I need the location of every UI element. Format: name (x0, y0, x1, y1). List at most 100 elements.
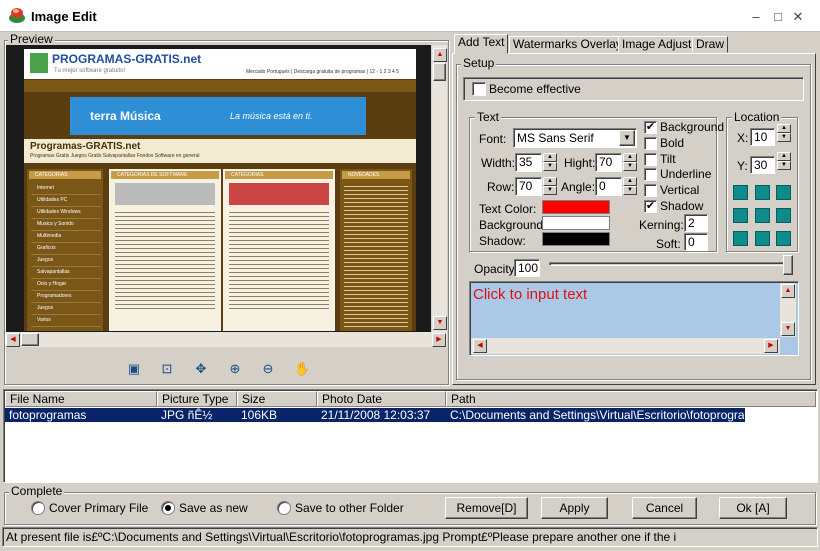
spin-down-icon[interactable]: ▼ (623, 186, 637, 195)
site-right-column: NOVEDADES (340, 169, 412, 331)
spin-down-icon[interactable]: ▼ (777, 133, 791, 142)
tab-image-adjust[interactable]: Image Adjust (618, 36, 696, 53)
zoom-in-icon[interactable]: ⊕ (227, 361, 243, 377)
column-header-path[interactable]: Path (446, 391, 816, 407)
preview-horizontal-thumb[interactable] (21, 333, 39, 346)
spin-up-icon[interactable]: ▲ (543, 153, 557, 162)
scroll-down-icon[interactable]: ▼ (433, 316, 447, 330)
shadow-color-swatch[interactable] (542, 232, 610, 246)
tab-watermarks-overlay[interactable]: Watermarks Overlay (509, 36, 626, 53)
cell-path: C:\Documents and Settings\Virtual\Escrit… (450, 408, 744, 422)
row-label: Row: (487, 180, 515, 194)
kerning-input[interactable]: 2 (684, 214, 708, 232)
spin-up-icon[interactable]: ▲ (777, 152, 791, 161)
width-spinner[interactable]: ▲ ▼ (543, 153, 557, 171)
position-top-center[interactable] (755, 185, 770, 200)
spin-up-icon[interactable]: ▲ (543, 177, 557, 186)
underline-checkbox[interactable] (644, 168, 657, 181)
site-title-bar: Programas-GRATIS.net Programas Gratis Ju… (24, 139, 416, 163)
tab-add-text[interactable]: Add Text (454, 34, 509, 54)
remove-button[interactable]: Remove[D] (445, 497, 528, 519)
position-bottom-center[interactable] (755, 231, 770, 246)
fit-to-window-icon[interactable]: ⊡ (159, 361, 175, 377)
position-top-right[interactable] (776, 185, 791, 200)
cover-primary-radio[interactable] (31, 501, 45, 515)
text-horizontal-scrollbar[interactable] (471, 338, 780, 354)
scroll-up-icon[interactable]: ▲ (781, 284, 795, 298)
become-effective-checkbox[interactable] (472, 82, 486, 96)
spin-down-icon[interactable]: ▼ (623, 162, 637, 171)
soft-input[interactable]: 0 (684, 233, 708, 251)
background-checkbox[interactable]: ✔ (644, 121, 657, 134)
position-bottom-left[interactable] (733, 231, 748, 246)
position-top-left[interactable] (733, 185, 748, 200)
column-header-file-name[interactable]: File Name (5, 391, 157, 407)
x-spinner[interactable]: ▲ ▼ (777, 124, 791, 142)
text-color-swatch[interactable] (542, 200, 610, 214)
apply-button[interactable]: Apply (541, 497, 608, 519)
chevron-down-icon[interactable]: ▼ (619, 130, 635, 146)
angle-spinner[interactable]: ▲ ▼ (623, 177, 637, 195)
scroll-left-icon[interactable]: ◀ (6, 333, 20, 347)
scroll-up-icon[interactable]: ▲ (433, 48, 447, 62)
column-header-size[interactable]: Size (237, 391, 317, 407)
close-icon[interactable]: ✕ (790, 9, 806, 25)
height-spinner[interactable]: ▲ ▼ (623, 153, 637, 171)
bold-checkbox[interactable] (644, 137, 657, 150)
row-spinner[interactable]: ▲ ▼ (543, 177, 557, 195)
width-input[interactable]: 35 (515, 153, 542, 172)
maximize-icon[interactable]: □ (770, 9, 786, 25)
site-right-heading: NOVEDADES (342, 171, 410, 179)
spin-down-icon[interactable]: ▼ (543, 162, 557, 171)
zoom-out-icon[interactable]: ⊖ (260, 361, 276, 377)
preview-horizontal-scrollbar[interactable] (6, 332, 447, 347)
hand-icon[interactable]: ✋ (294, 361, 310, 377)
image-icon[interactable]: ▣ (126, 361, 142, 377)
opacity-slider-thumb[interactable] (783, 255, 793, 275)
shadow-checkbox[interactable]: ✔ (644, 200, 657, 213)
site-column-1: CATEGORIAS DE SOFTWARE (109, 169, 221, 331)
site-logo: PROGRAMAS-GRATIS.net (52, 52, 202, 66)
scroll-down-icon[interactable]: ▼ (781, 322, 795, 336)
font-label: Font: (479, 132, 507, 146)
site-col1-text (115, 209, 215, 309)
scroll-right-icon[interactable]: ▶ (432, 333, 446, 347)
opacity-input[interactable]: 100 (514, 259, 540, 277)
complete-label: Complete (9, 484, 65, 498)
save-other-folder-radio[interactable] (277, 501, 291, 515)
vertical-checkbox[interactable] (644, 184, 657, 197)
position-middle-right[interactable] (776, 208, 791, 223)
scroll-right-icon[interactable]: ▶ (764, 339, 778, 353)
preview-vertical-scrollbar[interactable] (432, 45, 447, 332)
site-right-text (344, 183, 408, 328)
position-middle-left[interactable] (733, 208, 748, 223)
opacity-slider-track[interactable] (549, 262, 793, 266)
minimize-icon[interactable]: – (748, 9, 764, 25)
preview-vertical-thumb[interactable] (433, 63, 446, 81)
save-as-new-radio[interactable] (161, 501, 175, 515)
row-input[interactable]: 70 (515, 177, 542, 196)
position-middle-center[interactable] (755, 208, 770, 223)
spin-up-icon[interactable]: ▲ (623, 153, 637, 162)
tab-draw[interactable]: Draw (692, 36, 729, 53)
spin-up-icon[interactable]: ▲ (777, 124, 791, 133)
x-input[interactable]: 10 (750, 128, 775, 146)
angle-input[interactable]: 0 (595, 177, 622, 196)
spin-down-icon[interactable]: ▼ (543, 186, 557, 195)
site-sidebar-item: Internet (31, 183, 101, 195)
spin-down-icon[interactable]: ▼ (777, 161, 791, 170)
position-bottom-right[interactable] (776, 231, 791, 246)
spin-up-icon[interactable]: ▲ (623, 177, 637, 186)
cancel-button[interactable]: Cancel (632, 497, 697, 519)
y-spinner[interactable]: ▲ ▼ (777, 152, 791, 170)
height-input[interactable]: 70 (595, 153, 622, 172)
tilt-checkbox[interactable] (644, 153, 657, 166)
scroll-left-icon[interactable]: ◀ (473, 339, 487, 353)
font-select[interactable]: MS Sans Serif ▼ (513, 128, 637, 148)
column-header-picture-type[interactable]: Picture Type (157, 391, 237, 407)
background-color-swatch[interactable] (542, 216, 610, 230)
column-header-photo-date[interactable]: Photo Date (317, 391, 446, 407)
ok-button[interactable]: Ok [A] (719, 497, 787, 519)
y-input[interactable]: 30 (750, 156, 775, 174)
actual-size-icon[interactable]: ✥ (193, 361, 209, 377)
